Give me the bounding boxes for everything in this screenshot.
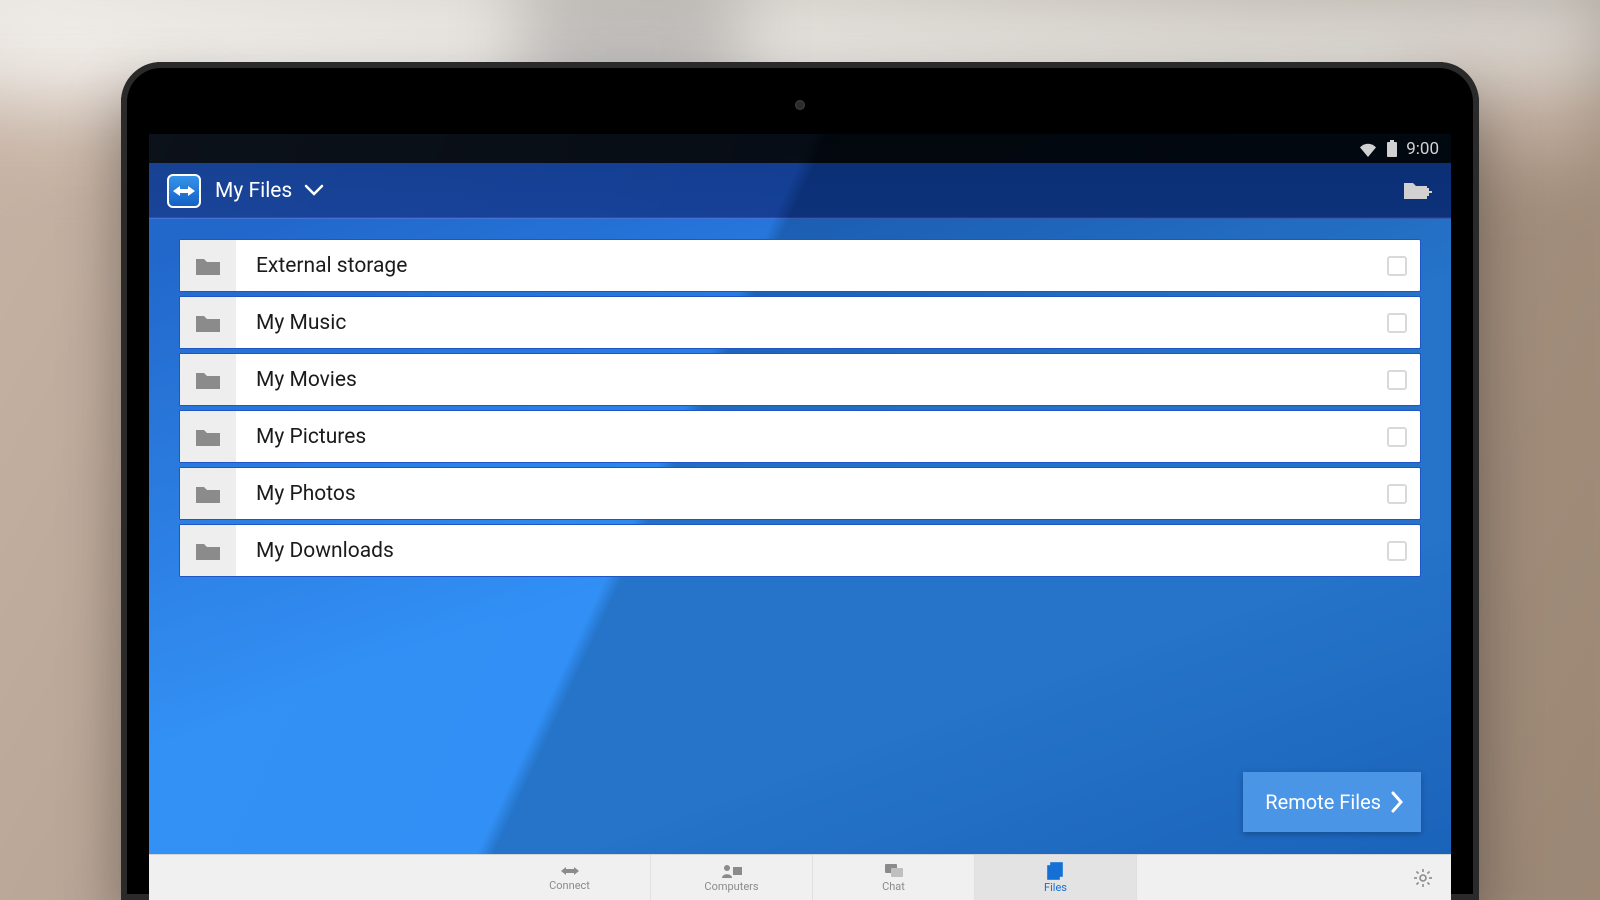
wifi-icon bbox=[1358, 141, 1378, 157]
tab-label: Computers bbox=[704, 880, 758, 893]
bottom-nav: Connect Computers Chat Files bbox=[149, 854, 1451, 900]
file-checkbox[interactable] bbox=[1374, 484, 1420, 504]
file-label: External storage bbox=[236, 254, 1374, 278]
file-row[interactable]: My Downloads bbox=[179, 524, 1421, 577]
file-checkbox[interactable] bbox=[1374, 370, 1420, 390]
file-label: My Music bbox=[236, 311, 1374, 335]
file-checkbox[interactable] bbox=[1374, 313, 1420, 333]
file-checkbox[interactable] bbox=[1374, 427, 1420, 447]
status-time: 9:00 bbox=[1406, 139, 1439, 159]
file-row[interactable]: My Photos bbox=[179, 467, 1421, 520]
dropdown-chevron-icon[interactable] bbox=[304, 181, 324, 200]
tab-label: Connect bbox=[549, 879, 590, 892]
tab-label: Files bbox=[1044, 881, 1067, 894]
folder-icon bbox=[180, 354, 236, 405]
folder-icon bbox=[180, 468, 236, 519]
folder-icon bbox=[180, 525, 236, 576]
file-row[interactable]: External storage bbox=[179, 239, 1421, 292]
folder-icon bbox=[180, 297, 236, 348]
file-row[interactable]: My Music bbox=[179, 296, 1421, 349]
file-row[interactable]: My Movies bbox=[179, 353, 1421, 406]
folder-icon bbox=[180, 411, 236, 462]
file-row[interactable]: My Pictures bbox=[179, 410, 1421, 463]
file-browser-content: External storage My Music My Movies My P… bbox=[149, 219, 1451, 854]
tablet-camera bbox=[795, 100, 805, 110]
settings-gear-icon[interactable] bbox=[1395, 855, 1451, 900]
android-status-bar: 9:00 bbox=[149, 134, 1451, 163]
tablet-device-frame: 9:00 My Files External storage bbox=[121, 62, 1479, 900]
file-label: My Downloads bbox=[236, 539, 1374, 563]
remote-files-label: Remote Files bbox=[1265, 790, 1381, 814]
app-header: My Files bbox=[149, 163, 1451, 219]
tab-connect[interactable]: Connect bbox=[489, 855, 651, 900]
new-folder-icon[interactable] bbox=[1403, 179, 1433, 203]
teamviewer-logo-icon bbox=[167, 174, 201, 208]
tab-files[interactable]: Files bbox=[975, 855, 1137, 900]
tab-computers[interactable]: Computers bbox=[651, 855, 813, 900]
tab-chat[interactable]: Chat bbox=[813, 855, 975, 900]
file-label: My Movies bbox=[236, 368, 1374, 392]
folder-icon bbox=[180, 240, 236, 291]
tab-label: Chat bbox=[882, 880, 905, 893]
remote-files-button[interactable]: Remote Files bbox=[1243, 772, 1421, 832]
file-label: My Photos bbox=[236, 482, 1374, 506]
tablet-screen: 9:00 My Files External storage bbox=[149, 134, 1451, 900]
file-checkbox[interactable] bbox=[1374, 541, 1420, 561]
file-checkbox[interactable] bbox=[1374, 256, 1420, 276]
header-title[interactable]: My Files bbox=[215, 179, 292, 203]
file-list: External storage My Music My Movies My P… bbox=[179, 239, 1421, 577]
battery-icon bbox=[1386, 140, 1398, 158]
chevron-right-icon bbox=[1391, 791, 1403, 813]
file-label: My Pictures bbox=[236, 425, 1374, 449]
